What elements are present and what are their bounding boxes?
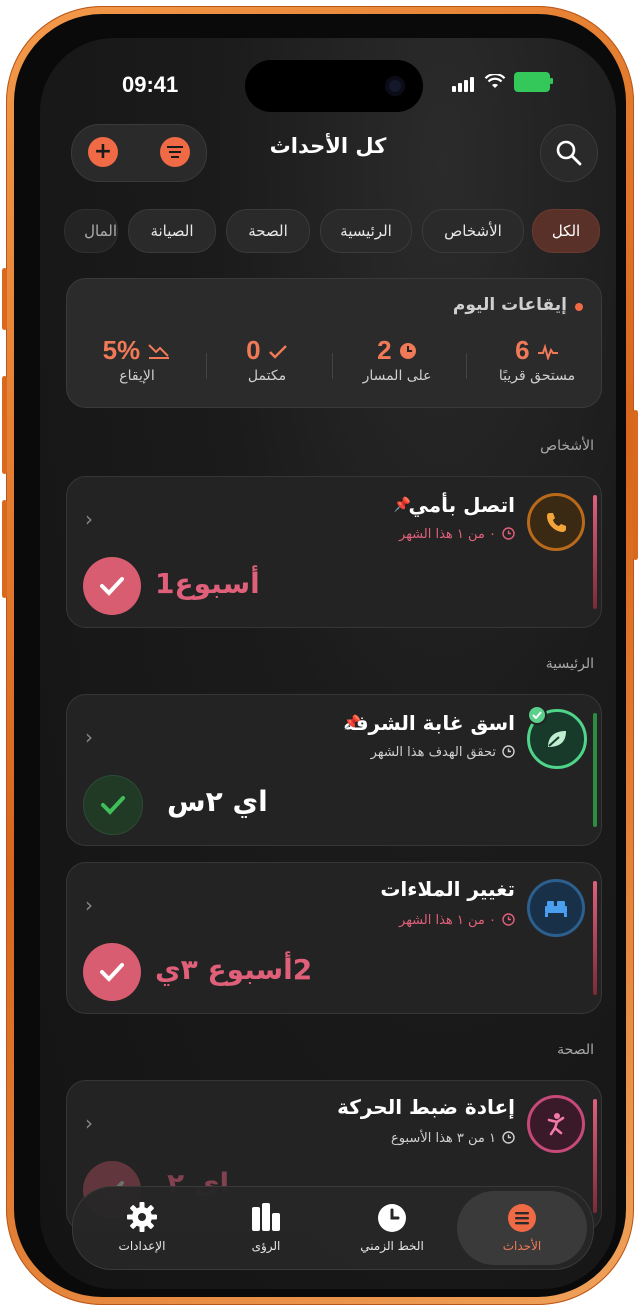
check-icon: [100, 577, 124, 596]
clock-icon: [502, 1131, 515, 1144]
check-icon: [268, 345, 287, 359]
trend-icon: [148, 344, 170, 359]
section-label-home: الرئيسية: [545, 656, 594, 672]
gear-icon: [127, 1202, 157, 1232]
event-card-change-sheets[interactable]: تغيير الملاءات ٠ من ١ هذا الشهر › 2أسبوع…: [66, 862, 602, 1014]
pin-icon: 📌: [393, 497, 411, 513]
done-badge-icon: [527, 705, 547, 725]
bed-icon: [527, 879, 585, 937]
card-title: اسق غابة الشرفة: [343, 711, 515, 735]
volume-down-button: [2, 500, 7, 598]
stretch-icon: [527, 1095, 585, 1153]
camera-icon: [385, 76, 405, 96]
phone-icon: [527, 493, 585, 551]
card-subtitle: ٠ من ١ هذا الشهر: [399, 527, 515, 542]
chevron-icon: ›: [85, 1111, 93, 1135]
clock-icon: [502, 527, 515, 540]
power-button: [633, 410, 638, 560]
dot-icon: [575, 303, 583, 311]
list-icon: [508, 1204, 536, 1232]
bezel: 09:41 + كل الأحداث الكل الأشخاص الرئيسية…: [14, 14, 626, 1297]
filter-chip-maintenance[interactable]: الصيانة: [128, 209, 216, 253]
pin-icon: 📌: [343, 715, 361, 731]
stat-due-soon: 6 مستحق قريبًا: [498, 335, 576, 384]
clock-icon: [399, 343, 416, 359]
section-label-people: الأشخاص: [540, 438, 594, 454]
tab-settings[interactable]: الإعدادات: [77, 1187, 207, 1269]
card-subtitle: ١ من ٣ هذا الأسبوع: [391, 1131, 515, 1146]
page-title: كل الأحداث: [269, 134, 387, 158]
stat-on-track: 2 على المسار: [362, 335, 432, 384]
dynamic-island: [245, 60, 423, 112]
wifi-icon: [484, 74, 506, 88]
card-subtitle: ٠ من ١ هذا الشهر: [399, 913, 515, 928]
card-interval: اي ٢س: [167, 785, 268, 818]
complete-button[interactable]: [83, 775, 143, 835]
clock-icon: [502, 745, 515, 758]
battery-icon: [514, 72, 553, 92]
rhythm-summary-card: إيقاعات اليوم 6 مستحق قريبًا 2 على المسا…: [66, 278, 602, 408]
search-icon: [556, 140, 582, 166]
tab-events[interactable]: الأحداث: [457, 1191, 587, 1265]
status-time: 09:41: [122, 72, 179, 97]
check-icon: [100, 963, 124, 982]
complete-button[interactable]: [83, 943, 141, 1001]
chevron-icon: ›: [85, 725, 93, 749]
complete-button[interactable]: [83, 557, 141, 615]
signal-icon: [452, 73, 476, 92]
event-card-call-mom[interactable]: اتصل بأمي 📌 ٠ من ١ هذا الشهر › أسبوع1: [66, 476, 602, 628]
filter-chip-people[interactable]: الأشخاص: [422, 209, 524, 253]
search-button[interactable]: [540, 124, 598, 182]
bar-chart-icon: [252, 1203, 280, 1231]
card-subtitle: تحقق الهدف هذا الشهر: [371, 745, 515, 760]
check-icon: [101, 796, 125, 815]
filter-chip-health[interactable]: الصحة: [226, 209, 310, 253]
card-interval: أسبوع1: [155, 567, 260, 600]
pulse-icon: [537, 343, 558, 362]
tab-bar: الأحداث الخط الزمني الرؤى الإعدادات: [72, 1186, 594, 1270]
card-title: اتصل بأمي: [408, 493, 515, 517]
filter-chip-home[interactable]: الرئيسية: [320, 209, 412, 253]
chevron-icon: ›: [85, 507, 93, 531]
clock-icon: [378, 1204, 406, 1232]
action-button: [2, 268, 7, 330]
tab-insights[interactable]: الرؤى: [201, 1187, 331, 1269]
section-label-health: الصحة: [557, 1042, 594, 1058]
clock-icon: [502, 913, 515, 926]
volume-up-button: [2, 376, 7, 474]
filter-chip-all[interactable]: الكل: [532, 209, 600, 253]
stat-rhythm: 5% الإيقاع: [77, 335, 197, 384]
screen: 09:41 + كل الأحداث الكل الأشخاص الرئيسية…: [40, 38, 616, 1289]
tab-timeline[interactable]: الخط الزمني: [327, 1187, 457, 1269]
card-interval: 2أسبوع ٣ي: [155, 953, 313, 986]
stat-completed: 0 مكتمل: [246, 335, 287, 384]
phone-frame: 09:41 + كل الأحداث الكل الأشخاص الرئيسية…: [2, 6, 638, 1305]
event-card-water-plants[interactable]: اسق غابة الشرفة 📌 تحقق الهدف هذا الشهر ›…: [66, 694, 602, 846]
status-icons: [452, 72, 553, 92]
filter-chip-money[interactable]: المال: [64, 209, 118, 253]
chevron-icon: ›: [85, 893, 93, 917]
card-title: إعادة ضبط الحركة: [337, 1095, 515, 1119]
rhythm-title: إيقاعات اليوم: [452, 295, 567, 315]
card-title: تغيير الملاءات: [380, 877, 515, 901]
